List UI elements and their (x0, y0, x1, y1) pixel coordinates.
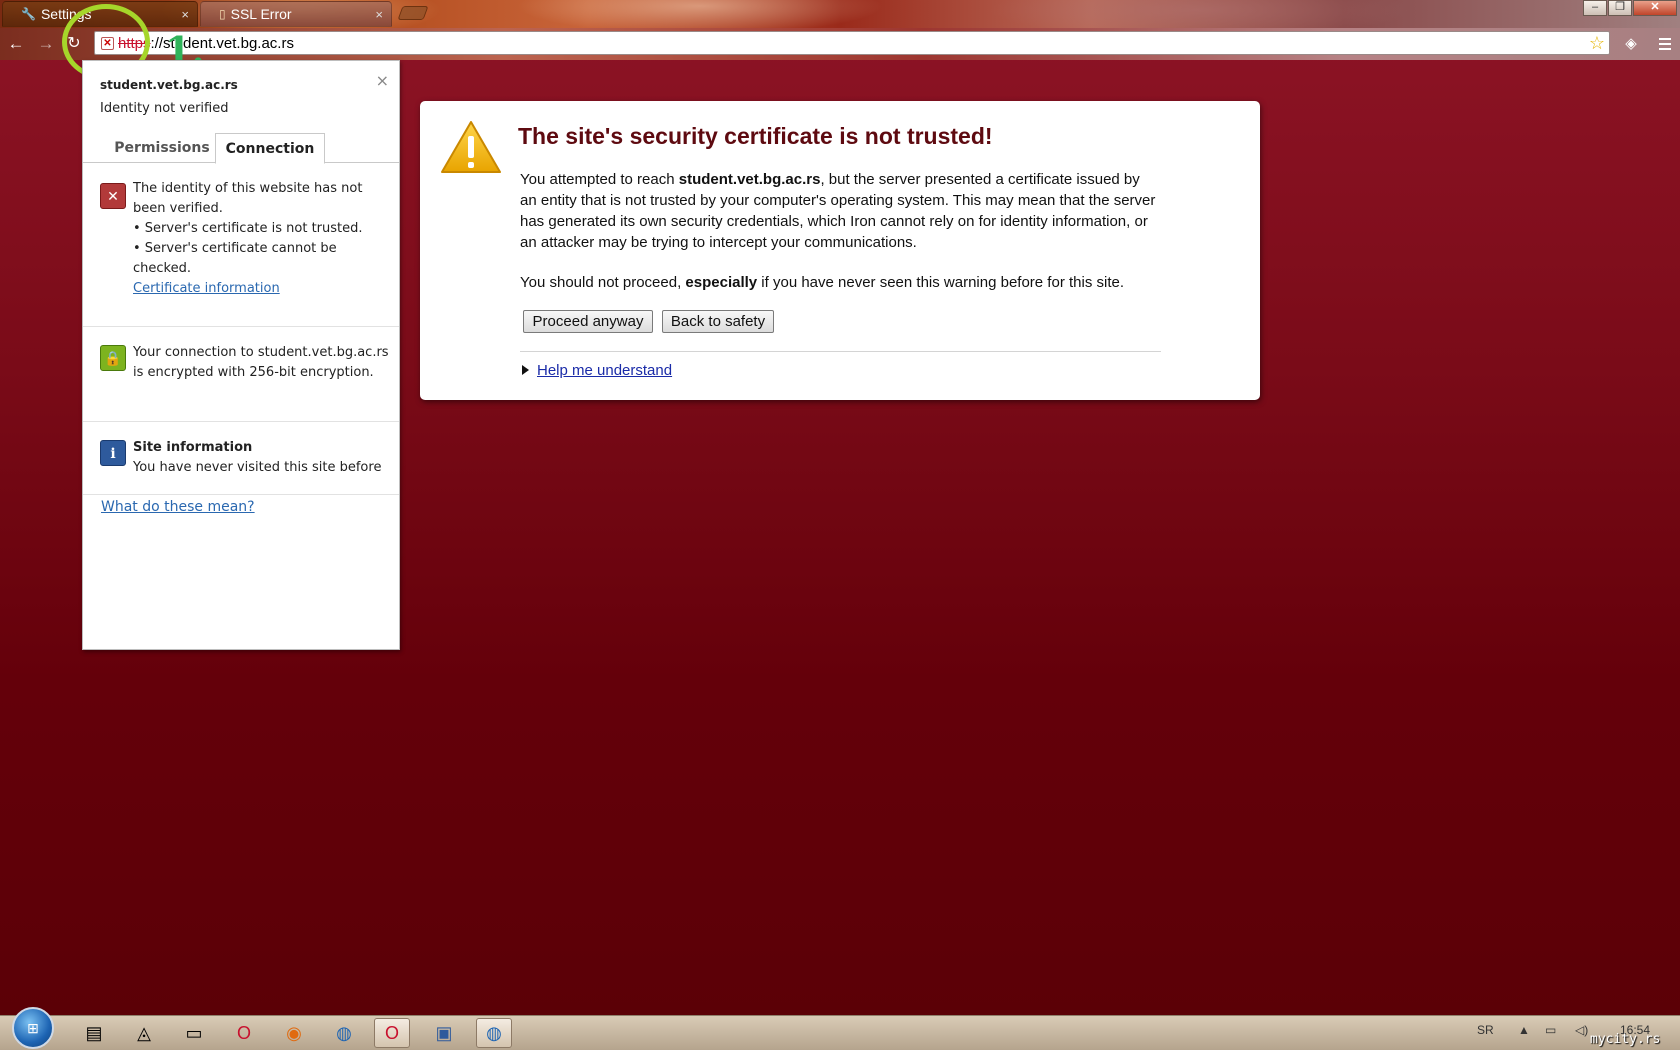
forward-button[interactable]: → (36, 34, 56, 54)
connection-section: 🔒 Your connection to student.vet.bg.ac.r… (83, 327, 399, 422)
bubble-tabs: Permissions Connection (83, 133, 399, 164)
help-expander[interactable]: Help me understand (522, 360, 672, 381)
proceed-warning: You should not proceed, especially if yo… (520, 272, 1160, 293)
close-icon[interactable]: × (376, 71, 389, 90)
taskbar-opera-active-icon[interactable]: O (374, 1018, 410, 1048)
identity-bullet-unchecked: • Server's certificate cannot be checked… (133, 241, 337, 276)
warning-prefix: You should not proceed, (520, 274, 686, 291)
identity-text: The identity of this website has not bee… (133, 179, 389, 299)
what-do-these-mean-link[interactable]: What do these mean? (101, 499, 255, 515)
tab-permissions[interactable]: Permissions (100, 133, 224, 163)
connection-text: Your connection to student.vet.bg.ac.rs … (133, 345, 389, 380)
help-me-understand-link[interactable]: Help me understand (537, 362, 672, 379)
description-host: student.vet.bg.ac.rs (678, 171, 821, 188)
warning-icon (441, 121, 501, 173)
window-close-button[interactable]: ✕ (1633, 0, 1677, 16)
extension-icon[interactable]: ◈ (1622, 35, 1640, 53)
error-description: You attempted to reach student.vet.bg.ac… (520, 169, 1160, 253)
warning-suffix: if you have never seen this warning befo… (757, 274, 1125, 291)
description-prefix: You attempted to reach (520, 171, 679, 188)
new-tab-button[interactable] (397, 6, 429, 20)
taskbar-globe-icon[interactable]: ◍ (326, 1018, 362, 1048)
info-icon: i (100, 440, 126, 466)
back-button[interactable]: ← (6, 34, 26, 54)
maximize-button[interactable]: ❐ (1608, 0, 1632, 16)
taskbar-folder-icon[interactable]: ▭ (176, 1018, 212, 1048)
ssl-error-panel: The site's security certificate is not t… (420, 101, 1260, 400)
network-icon[interactable]: ▭ (1545, 1023, 1556, 1037)
divider (520, 351, 1161, 352)
taskbar-firefox-icon[interactable]: ◉ (276, 1018, 312, 1048)
url-separator: :// (150, 34, 164, 52)
tab-connection[interactable]: Connection (215, 133, 325, 164)
tab-ssl-error[interactable]: ▯ SSL Error × (200, 1, 392, 27)
bubble-host: student.vet.bg.ac.rs (100, 78, 238, 92)
taskbar-app2-icon[interactable]: ▣ (426, 1018, 462, 1048)
lock-icon: 🔒 (100, 345, 126, 371)
page-icon: ▯ (219, 7, 226, 21)
site-information-section: i Site information You have never visite… (83, 422, 399, 495)
warning-emphasis: especially (685, 274, 758, 291)
error-heading: The site's security certificate is not t… (518, 123, 993, 149)
identity-status: Identity not verified (100, 101, 229, 116)
site-info-text: Site information You have never visited … (133, 438, 389, 478)
site-info-title: Site information (133, 440, 253, 455)
identity-section: ✕ The identity of this website has not b… (83, 163, 399, 327)
taskbar-app-icon[interactable]: ◬ (126, 1018, 162, 1048)
minimize-button[interactable]: – (1583, 0, 1607, 16)
language-indicator[interactable]: SR (1477, 1023, 1494, 1037)
identity-line: The identity of this website has not bee… (133, 181, 363, 216)
wrench-icon: 🔧 (21, 7, 36, 21)
expand-triangle-icon[interactable] (522, 365, 529, 375)
certificate-information-link[interactable]: Certificate information (133, 279, 389, 299)
address-bar[interactable]: ✕ https :// student.vet.bg.ac.rs ☆ (94, 31, 1610, 55)
close-icon[interactable]: × (181, 7, 189, 22)
proceed-anyway-button[interactable]: Proceed anyway (523, 310, 653, 333)
taskbar-opera-icon[interactable]: O (226, 1018, 262, 1048)
site-info-bubble: × student.vet.bg.ac.rs Identity not veri… (82, 60, 400, 650)
volume-icon[interactable]: ◁) (1575, 1023, 1588, 1037)
window-title-bar: 🔧 Settings × ▯ SSL Error × – ❐ ✕ (0, 0, 1680, 28)
star-icon[interactable]: ☆ (1589, 33, 1605, 53)
menu-icon[interactable] (1656, 35, 1674, 53)
back-to-safety-button[interactable]: Back to safety (662, 310, 774, 333)
tray-expand-icon[interactable]: ▲ (1518, 1023, 1530, 1037)
identity-error-icon: ✕ (100, 183, 126, 209)
identity-bullet-untrusted: • Server's certificate is not trusted. (133, 221, 363, 236)
start-button[interactable]: ⊞ (12, 1007, 54, 1049)
tab-ssl-error-label: SSL Error (230, 6, 292, 22)
taskbar-document-icon[interactable]: ▤ (76, 1018, 112, 1048)
watermark: mycity.rs (1590, 1032, 1661, 1047)
site-info-visited: You have never visited this site before (133, 460, 382, 475)
close-icon[interactable]: × (375, 7, 383, 22)
taskbar-iron-icon[interactable]: ◍ (476, 1018, 512, 1048)
